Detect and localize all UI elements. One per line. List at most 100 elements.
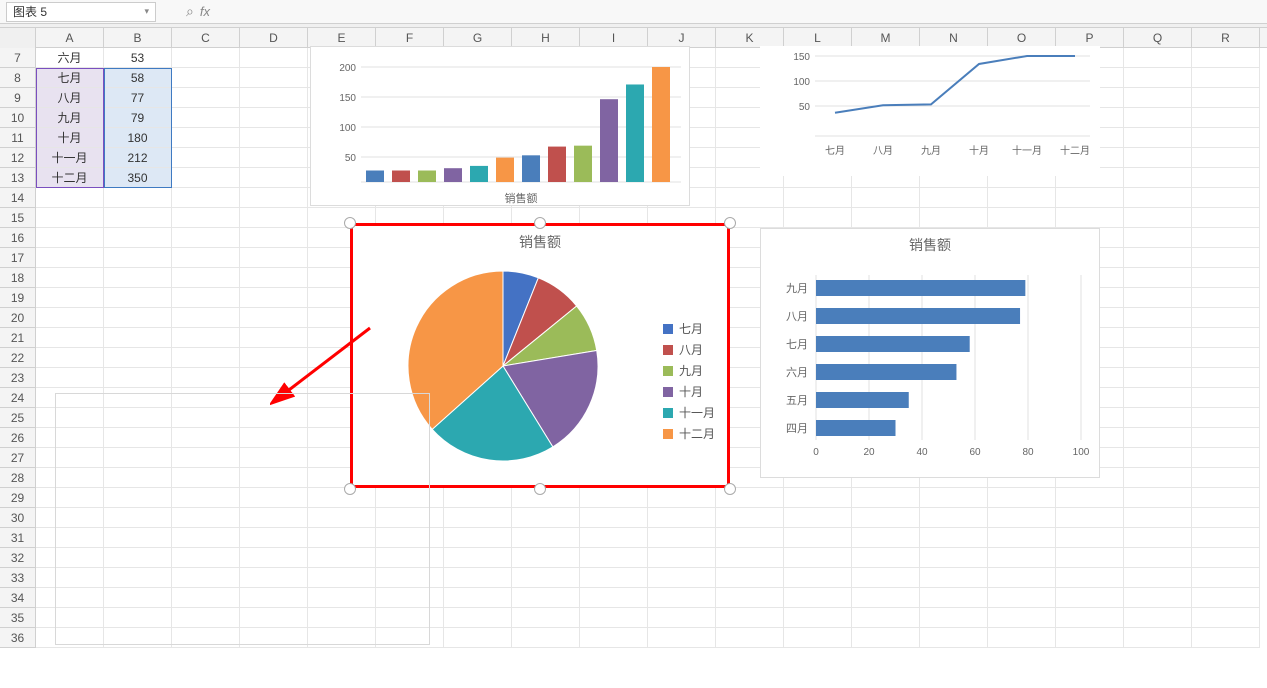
cell[interactable]: [1192, 228, 1260, 248]
cell[interactable]: [852, 508, 920, 528]
cell[interactable]: [1124, 68, 1192, 88]
cell[interactable]: [172, 128, 240, 148]
cell[interactable]: 九月: [36, 108, 104, 128]
cell[interactable]: [240, 308, 308, 328]
cell[interactable]: [36, 308, 104, 328]
col-header-H[interactable]: H: [512, 28, 580, 47]
cell[interactable]: [716, 608, 784, 628]
resize-handle-se[interactable]: [724, 483, 736, 495]
cell[interactable]: [1124, 488, 1192, 508]
cell[interactable]: [172, 288, 240, 308]
cell[interactable]: [172, 248, 240, 268]
cell[interactable]: [988, 588, 1056, 608]
cell[interactable]: [240, 108, 308, 128]
cell[interactable]: [444, 608, 512, 628]
cell[interactable]: [1056, 588, 1124, 608]
row-header[interactable]: 21: [0, 328, 35, 348]
sheet-grid[interactable]: ABCDEFGHIJKLMNOPQR 789101112131415161718…: [0, 28, 1267, 688]
cell[interactable]: [716, 548, 784, 568]
cell[interactable]: [444, 528, 512, 548]
cell[interactable]: [784, 568, 852, 588]
cell[interactable]: [1192, 628, 1260, 648]
cell[interactable]: [1056, 488, 1124, 508]
cell[interactable]: [444, 488, 512, 508]
cell[interactable]: 58: [104, 68, 172, 88]
cell[interactable]: [1192, 548, 1260, 568]
cell[interactable]: [580, 508, 648, 528]
cell[interactable]: [920, 568, 988, 588]
cell[interactable]: [1124, 368, 1192, 388]
row-header[interactable]: 32: [0, 548, 35, 568]
cell[interactable]: [104, 368, 172, 388]
cell[interactable]: [1192, 408, 1260, 428]
cell[interactable]: [920, 608, 988, 628]
cell[interactable]: [240, 128, 308, 148]
cell[interactable]: [784, 608, 852, 628]
cell[interactable]: [1192, 328, 1260, 348]
cell[interactable]: [1124, 548, 1192, 568]
cell[interactable]: [1124, 248, 1192, 268]
cell[interactable]: [240, 148, 308, 168]
cell[interactable]: [240, 268, 308, 288]
row-header[interactable]: 29: [0, 488, 35, 508]
cell[interactable]: 180: [104, 128, 172, 148]
cell[interactable]: [716, 628, 784, 648]
row-header[interactable]: 24: [0, 388, 35, 408]
cell[interactable]: [920, 188, 988, 208]
cell[interactable]: [988, 508, 1056, 528]
cell[interactable]: [988, 568, 1056, 588]
cell[interactable]: [648, 548, 716, 568]
cell[interactable]: [444, 568, 512, 588]
cell[interactable]: [716, 568, 784, 588]
cell[interactable]: [1124, 428, 1192, 448]
cell[interactable]: [240, 288, 308, 308]
cell[interactable]: 79: [104, 108, 172, 128]
cell[interactable]: 212: [104, 148, 172, 168]
cell[interactable]: [512, 588, 580, 608]
cell[interactable]: [512, 548, 580, 568]
cell[interactable]: [36, 368, 104, 388]
row-header[interactable]: 30: [0, 508, 35, 528]
cell[interactable]: 53: [104, 48, 172, 68]
row-header[interactable]: 8: [0, 68, 35, 88]
cell[interactable]: [172, 308, 240, 328]
column-chart[interactable]: 200 150 100 50 销售额: [310, 46, 690, 206]
cell[interactable]: [1056, 188, 1124, 208]
cell[interactable]: [784, 208, 852, 228]
col-header-P[interactable]: P: [1056, 28, 1124, 47]
cell[interactable]: 七月: [36, 68, 104, 88]
row-header[interactable]: 36: [0, 628, 35, 648]
cell[interactable]: [1124, 308, 1192, 328]
cell[interactable]: [852, 588, 920, 608]
cell[interactable]: [512, 508, 580, 528]
cell[interactable]: [716, 188, 784, 208]
row-header[interactable]: 35: [0, 608, 35, 628]
cell[interactable]: [1192, 388, 1260, 408]
cell[interactable]: [648, 628, 716, 648]
cell[interactable]: [580, 588, 648, 608]
cell[interactable]: [716, 588, 784, 608]
cell[interactable]: [1192, 168, 1260, 188]
cell[interactable]: [1192, 348, 1260, 368]
row-header[interactable]: 22: [0, 348, 35, 368]
cell[interactable]: [1192, 568, 1260, 588]
cell[interactable]: [784, 628, 852, 648]
row-header[interactable]: 34: [0, 588, 35, 608]
cell[interactable]: [1124, 528, 1192, 548]
cell[interactable]: [1124, 228, 1192, 248]
cell[interactable]: [1124, 88, 1192, 108]
cell[interactable]: [1124, 628, 1192, 648]
cell[interactable]: [852, 188, 920, 208]
cell[interactable]: [36, 208, 104, 228]
row-header[interactable]: 12: [0, 148, 35, 168]
cell[interactable]: [1124, 288, 1192, 308]
col-header-Q[interactable]: Q: [1124, 28, 1192, 47]
cell[interactable]: [852, 568, 920, 588]
cell[interactable]: [1124, 208, 1192, 228]
name-box[interactable]: 图表 5 ▾: [6, 2, 156, 22]
cell[interactable]: [988, 488, 1056, 508]
cell[interactable]: [1192, 448, 1260, 468]
cell[interactable]: [1192, 108, 1260, 128]
col-header-O[interactable]: O: [988, 28, 1056, 47]
cell[interactable]: [852, 528, 920, 548]
